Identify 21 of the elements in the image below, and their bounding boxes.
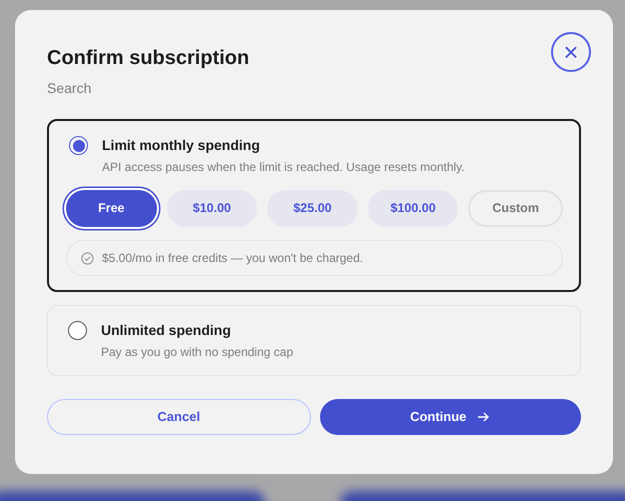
radio-button[interactable]: [69, 136, 88, 155]
continue-button[interactable]: Continue: [320, 399, 581, 435]
dialog-subtitle: Search: [47, 79, 92, 98]
note-text: $5.00/mo in free credits — you won't be charged.: [102, 250, 364, 267]
dialog-title: Confirm subscription: [47, 46, 250, 70]
close-button[interactable]: ×: [551, 32, 591, 72]
option-title: Limit monthly spending: [102, 136, 261, 155]
amount-option[interactable]: $25.00: [267, 190, 358, 227]
check-circle-icon: [81, 252, 94, 264]
amount-option[interactable]: Free: [66, 190, 157, 227]
amount-option[interactable]: Custom: [468, 190, 563, 227]
cancel-button[interactable]: Cancel: [47, 399, 310, 435]
radio-button[interactable]: [68, 321, 87, 340]
option-card[interactable]: Unlimited spending Pay as you go with no spending cap: [47, 305, 581, 376]
amount-option[interactable]: $10.00: [166, 190, 258, 227]
option-description: API access pauses when the limit is reached. Usage resets monthly.: [102, 159, 465, 176]
option-title: Unlimited spending: [101, 321, 232, 340]
amount-option[interactable]: $100.00: [368, 190, 458, 227]
option-card[interactable]: Limit monthly spending API access pauses when the limit is reached. Usage resets monthly. Free $10.00 $25.00 $100.00 Custom $5.00/mo in free credits — you won't be charged.: [47, 119, 581, 292]
option-description: Pay as you go with no spending cap: [101, 344, 294, 361]
arrow-right-icon: [476, 410, 490, 424]
